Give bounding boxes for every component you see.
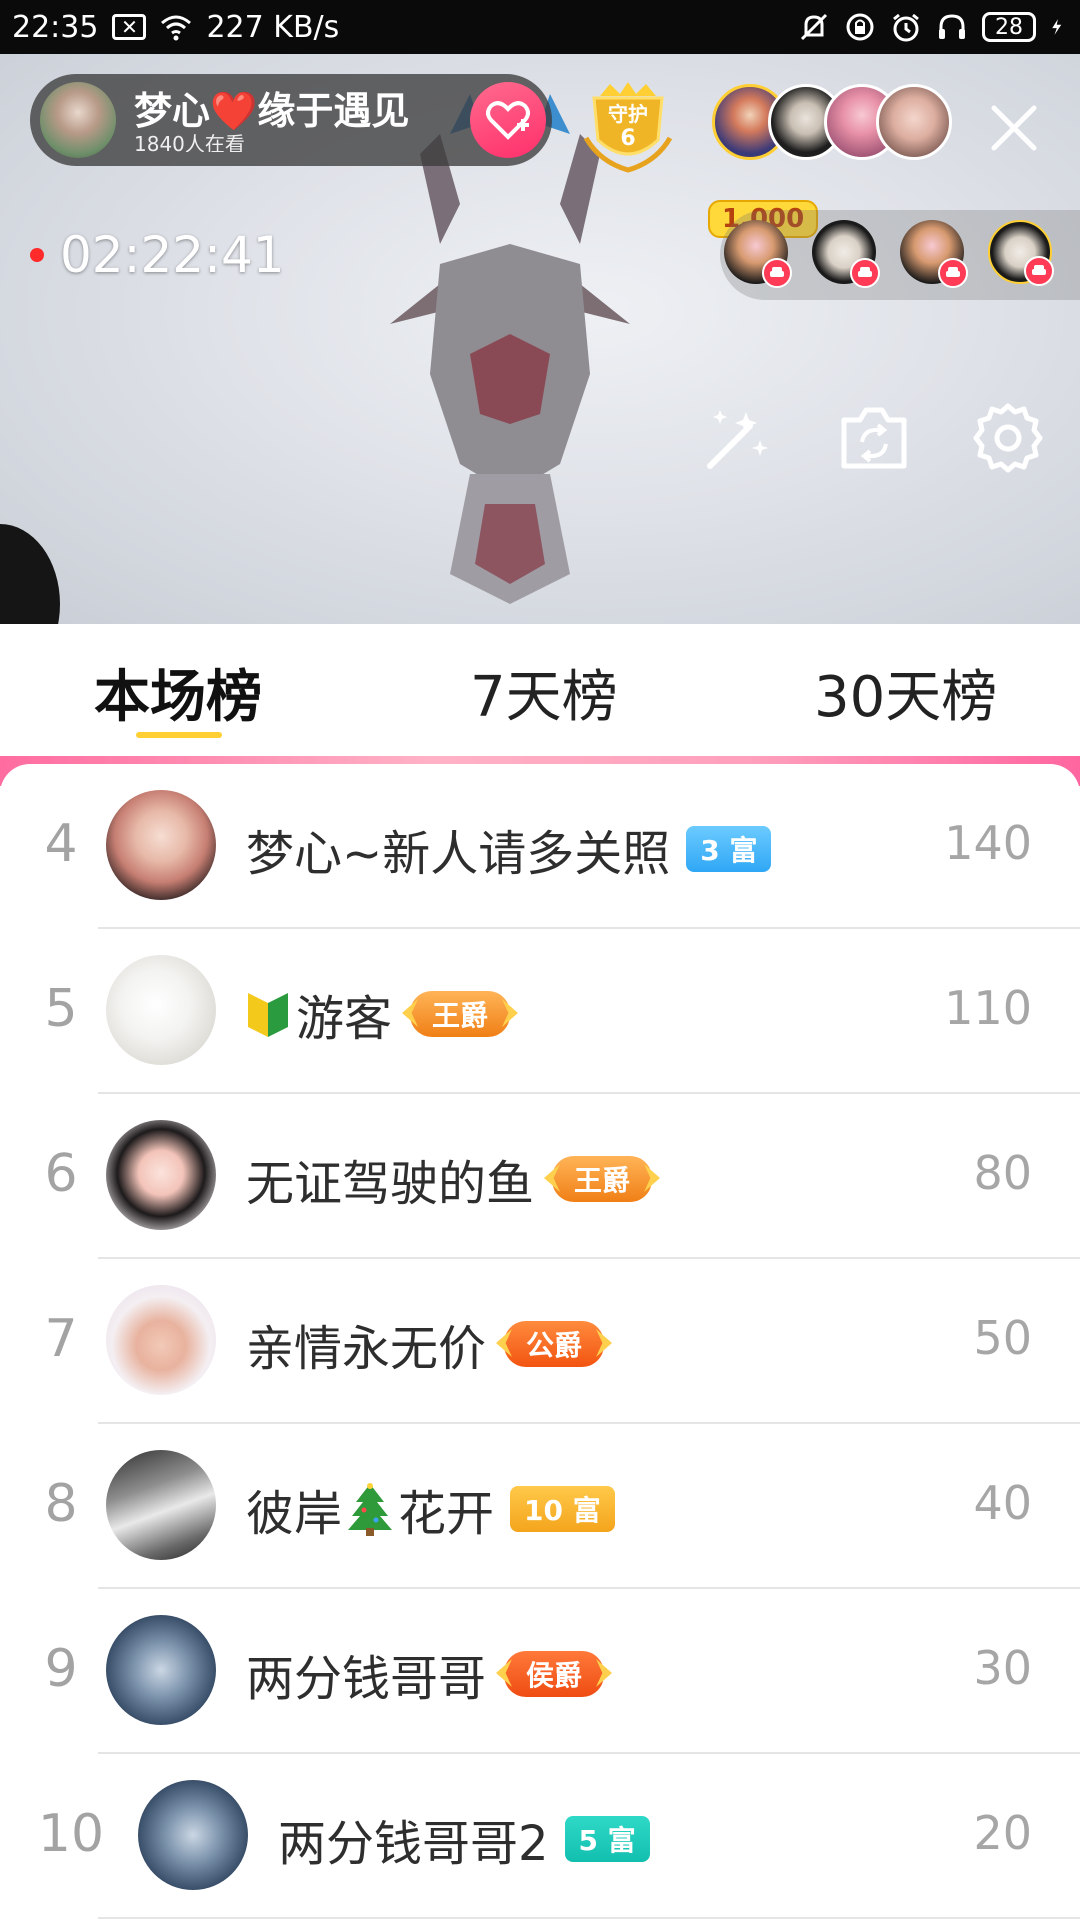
user-name[interactable]: 梦心~新人请多关照 xyxy=(246,814,670,884)
charging-icon xyxy=(1052,19,1062,35)
list-item[interactable]: 9 两分钱哥哥 侯爵 30 xyxy=(0,1589,1080,1754)
tab-7-days[interactable]: 7天榜 xyxy=(470,652,618,733)
avatar[interactable] xyxy=(106,955,216,1065)
list-item[interactable]: 10 两分钱哥哥2 5 富 20 xyxy=(0,1754,1080,1919)
live-video[interactable]: 梦心❤️缘于遇见 1840人在看 守护 6 1,000 02:22:41 xyxy=(0,54,1080,624)
sofa-icon xyxy=(762,258,792,288)
user-name[interactable]: 彼岸 xyxy=(246,1474,342,1544)
rich-level-badge: 5 富 xyxy=(564,1816,650,1862)
live-dot-icon xyxy=(30,248,44,262)
live-timer: 02:22:41 xyxy=(30,226,285,284)
close-icon[interactable] xyxy=(984,98,1044,158)
flip-camera-icon[interactable] xyxy=(836,400,912,476)
list-item[interactable]: 4 梦心~新人请多关照 3 富 140 xyxy=(0,764,1080,929)
guard-count: 6 xyxy=(620,126,636,151)
divider xyxy=(98,1917,1080,1919)
active-tab-indicator xyxy=(136,732,222,738)
guard-badge[interactable]: 守护 6 xyxy=(580,78,676,174)
noble-rank-badge: 侯爵 xyxy=(504,1651,605,1697)
timer-value: 02:22:41 xyxy=(60,226,285,284)
avatar[interactable] xyxy=(106,1285,216,1395)
score: 50 xyxy=(973,1311,1032,1365)
follow-button[interactable] xyxy=(470,82,546,158)
status-time: 22:35 xyxy=(12,9,99,45)
seat-avatar[interactable] xyxy=(812,220,880,288)
user-name[interactable]: 两分钱哥哥 xyxy=(246,1639,486,1709)
sofa-icon xyxy=(938,258,968,288)
viewer-avatar[interactable] xyxy=(876,84,952,160)
magic-wand-icon[interactable] xyxy=(700,400,776,476)
score: 110 xyxy=(944,981,1032,1035)
watching-count: 1840人在看 xyxy=(134,134,245,152)
headphones-icon xyxy=(939,14,965,39)
user-name-suffix[interactable]: 花开 xyxy=(398,1474,494,1544)
score: 30 xyxy=(973,1641,1032,1695)
avatar[interactable] xyxy=(138,1780,248,1890)
sofa-icon xyxy=(1024,256,1054,286)
seat-avatar[interactable] xyxy=(900,220,968,288)
score: 80 xyxy=(973,1146,1032,1200)
host-info-pill[interactable]: 梦心❤️缘于遇见 1840人在看 xyxy=(30,74,552,166)
user-name[interactable]: 游客 xyxy=(296,979,392,1049)
avatar[interactable] xyxy=(106,1615,216,1725)
host-hair-edge xyxy=(0,524,60,624)
rich-level-badge: 10 富 xyxy=(510,1486,615,1532)
guard-label: 守护 xyxy=(608,102,648,126)
avatar[interactable] xyxy=(106,790,216,900)
host-avatar[interactable] xyxy=(40,82,116,158)
heart-plus-icon xyxy=(486,101,530,140)
list-item[interactable]: 8 彼岸 花开 10 富 40 xyxy=(0,1424,1080,1589)
score: 20 xyxy=(973,1806,1032,1860)
battery-indicator: 28 xyxy=(982,12,1036,42)
rank-number: 7 xyxy=(44,1309,78,1369)
list-item[interactable]: 7 亲情永无价 公爵 50 xyxy=(0,1259,1080,1424)
christmas-tree-icon xyxy=(348,1483,393,1536)
notification-icon: ✕ xyxy=(112,14,147,40)
score: 140 xyxy=(944,816,1032,870)
host-name: 梦心❤️缘于遇见 xyxy=(134,89,410,133)
settings-gear-icon[interactable] xyxy=(970,400,1046,476)
user-name[interactable]: 亲情永无价 xyxy=(246,1309,486,1379)
status-bar: 22:35 ✕ 227 KB/s 28 xyxy=(0,0,1080,54)
rank-number: 5 xyxy=(44,979,78,1039)
list-item[interactable]: 5 游客 王爵 110 xyxy=(0,929,1080,1094)
avatar[interactable] xyxy=(106,1450,216,1560)
lock-rotation-icon xyxy=(846,13,874,41)
noble-rank-badge: 公爵 xyxy=(504,1321,605,1367)
seat-avatar[interactable] xyxy=(724,220,792,288)
user-name[interactable]: 两分钱哥哥2 xyxy=(278,1804,549,1874)
avatar[interactable] xyxy=(106,1120,216,1230)
rank-number: 4 xyxy=(44,814,78,874)
seat-strip[interactable] xyxy=(720,210,1080,300)
beginner-mark-icon xyxy=(248,993,288,1037)
noble-rank-badge: 王爵 xyxy=(552,1156,653,1202)
ranking-tabs: 本场榜 7天榜 30天榜 xyxy=(0,624,1080,756)
top-viewers[interactable] xyxy=(712,84,952,164)
mute-bell-icon xyxy=(800,13,828,41)
sofa-icon xyxy=(850,258,880,288)
list-item[interactable]: 6 无证驾驶的鱼 王爵 80 xyxy=(0,1094,1080,1259)
seat-avatar-crowned[interactable] xyxy=(988,220,1054,286)
rank-number: 10 xyxy=(37,1804,105,1864)
ranking-list: 4 梦心~新人请多关照 3 富 140 5 游客 王爵 110 6 无证驾驶的鱼… xyxy=(0,764,1080,1920)
rank-number: 6 xyxy=(44,1144,78,1204)
rich-level-badge: 3 富 xyxy=(686,826,772,872)
rank-number: 8 xyxy=(44,1474,78,1534)
user-name[interactable]: 无证驾驶的鱼 xyxy=(246,1144,534,1214)
network-speed: 227 KB/s xyxy=(206,9,340,45)
score: 40 xyxy=(973,1476,1032,1530)
alarm-icon xyxy=(893,13,919,42)
tab-this-session[interactable]: 本场榜 xyxy=(94,652,262,733)
noble-rank-badge: 王爵 xyxy=(410,991,511,1037)
tab-30-days[interactable]: 30天榜 xyxy=(814,652,997,733)
wifi-icon xyxy=(161,15,192,41)
rank-number: 9 xyxy=(44,1639,78,1699)
